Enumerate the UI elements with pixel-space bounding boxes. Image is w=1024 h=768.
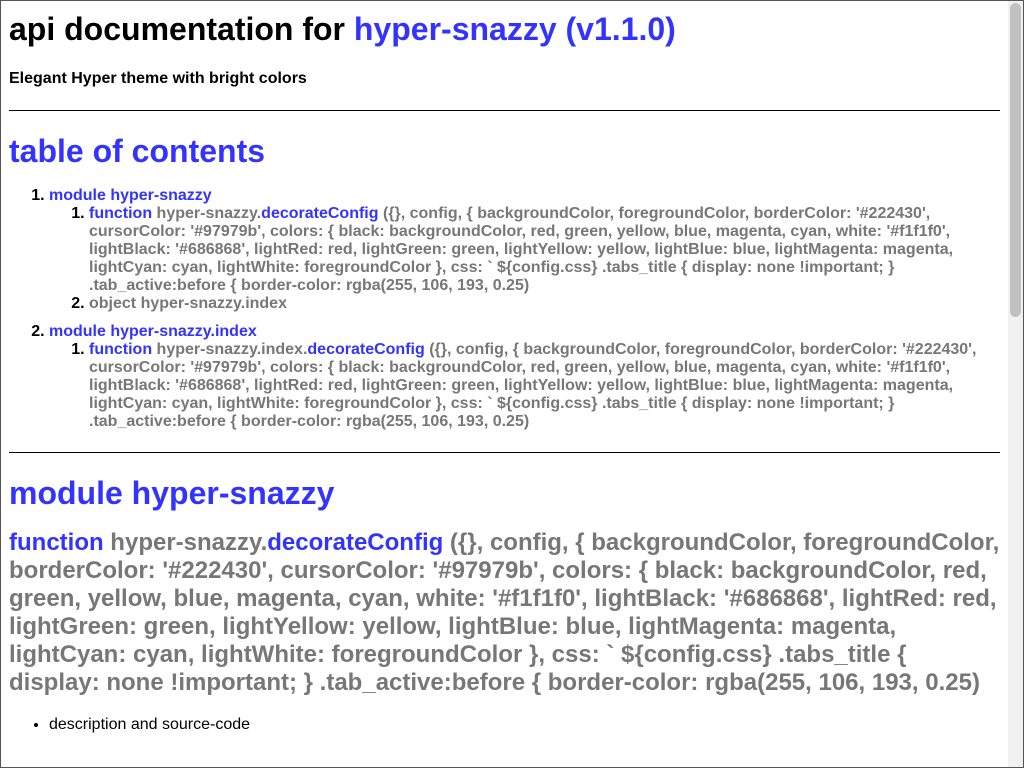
toc-item-link[interactable]: function hyper-snazzy.index.decorateConf…: [89, 341, 976, 430]
function-name: decorateConfig: [261, 205, 379, 222]
vertical-scrollbar[interactable]: [1008, 1, 1023, 767]
scrollbar-thumb[interactable]: [1010, 3, 1021, 317]
toc-item: object hyper-snazzy.index: [89, 295, 1000, 313]
toc-item: function hyper-snazzy.index.decorateConf…: [89, 341, 1000, 431]
list-item: description and source-code: [49, 715, 1000, 735]
function-keyword: function: [89, 341, 153, 358]
page-title-prefix: api documentation for: [9, 11, 354, 47]
function-keyword: function: [89, 205, 153, 222]
function-name: decorateConfig: [307, 341, 425, 358]
toc-module-items: function hyper-snazzy.decorateConfig ({}…: [49, 205, 1000, 313]
toc-item-link[interactable]: function hyper-snazzy.decorateConfig ({}…: [89, 205, 953, 294]
page-content: api documentation for hyper-snazzy (v1.1…: [1, 1, 1008, 767]
function-heading: function hyper-snazzy.decorateConfig ({}…: [9, 529, 1000, 697]
divider: [9, 110, 1000, 111]
package-link[interactable]: hyper-snazzy (v1.1.0): [354, 11, 676, 47]
toc-module-link[interactable]: module hyper-snazzy.index: [49, 323, 257, 340]
toc-module: module hyper-snazzy function hyper-snazz…: [49, 187, 1000, 313]
function-links: description and source-code: [9, 715, 1000, 735]
function-prefix: hyper-snazzy.: [152, 205, 262, 222]
toc-module-items: function hyper-snazzy.index.decorateConf…: [49, 341, 1000, 431]
function-keyword: function: [9, 529, 104, 556]
function-name: decorateConfig: [267, 529, 444, 556]
module-heading: module hyper-snazzy: [9, 475, 1000, 511]
divider: [9, 452, 1000, 453]
toc-title: table of contents: [9, 133, 266, 169]
browser-viewport: api documentation for hyper-snazzy (v1.1…: [0, 0, 1024, 768]
module-heading-link[interactable]: module hyper-snazzy: [9, 475, 334, 511]
toc-item: function hyper-snazzy.decorateConfig ({}…: [89, 205, 1000, 295]
toc-list: module hyper-snazzy function hyper-snazz…: [9, 187, 1000, 431]
toc-item-link[interactable]: object hyper-snazzy.index: [89, 295, 287, 312]
package-description: Elegant Hyper theme with bright colors: [9, 70, 307, 87]
toc-module-link[interactable]: module hyper-snazzy: [49, 187, 212, 204]
function-prefix: hyper-snazzy.index.: [152, 341, 308, 358]
page-title: api documentation for hyper-snazzy (v1.1…: [9, 1, 1000, 47]
function-heading-link[interactable]: function hyper-snazzy.decorateConfig ({}…: [9, 529, 999, 696]
toc-module: module hyper-snazzy.index function hyper…: [49, 323, 1000, 431]
function-prefix: hyper-snazzy.: [103, 529, 268, 556]
